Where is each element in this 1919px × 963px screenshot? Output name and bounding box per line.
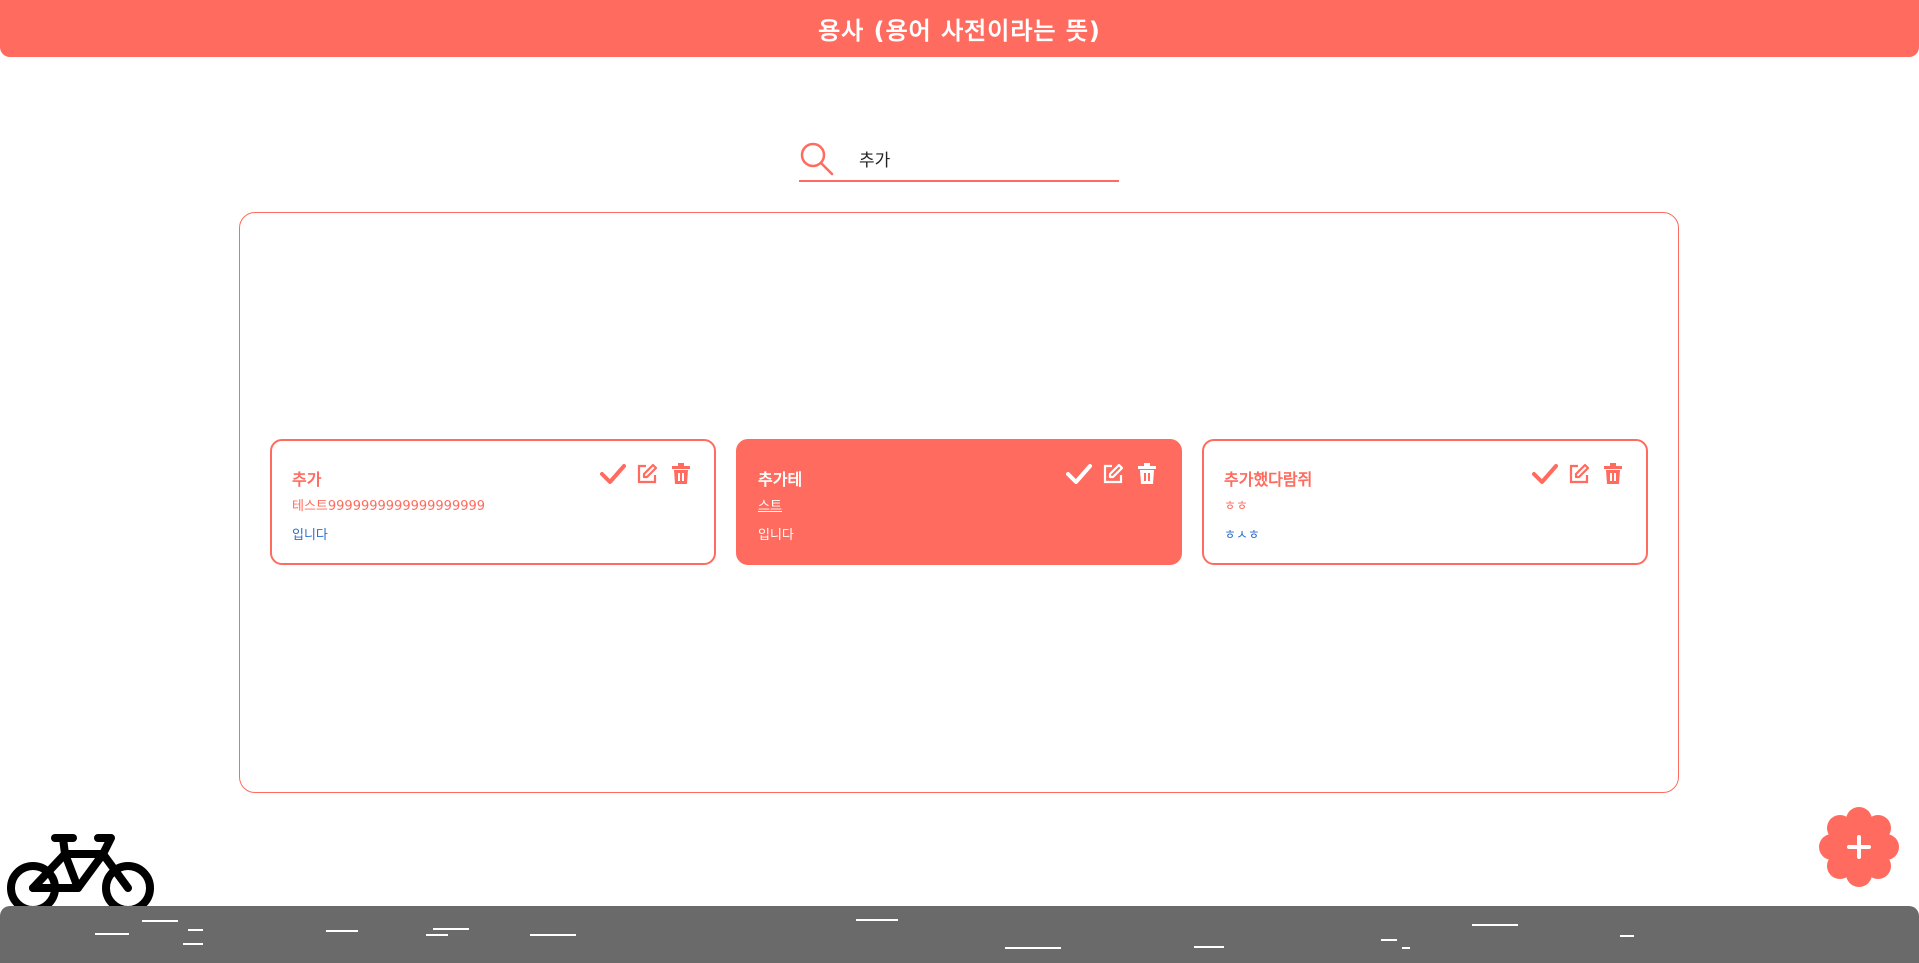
road-line	[530, 934, 576, 936]
page-title: 용사 (용어 사전이라는 뜻)	[818, 17, 1101, 45]
road-line	[433, 928, 469, 930]
road-line	[95, 933, 129, 935]
road-line	[326, 930, 358, 932]
word-card-active[interactable]: 추가테 스트 입니다	[736, 439, 1182, 565]
road-line	[856, 919, 898, 921]
road-line	[142, 920, 178, 922]
card-actions	[600, 461, 694, 487]
road-line	[188, 929, 203, 931]
word-card[interactable]: 추가했다람쥐 ㅎㅎ ㅎㅅㅎ	[1202, 439, 1648, 565]
search-icon[interactable]	[799, 141, 835, 177]
road-line	[1194, 946, 1224, 948]
app-header: 용사 (용어 사전이라는 뜻)	[0, 0, 1919, 57]
card-meaning: ㅎㅎ	[1224, 499, 1248, 514]
card-meaning: 스트	[758, 499, 782, 514]
bicycle-icon	[7, 834, 154, 914]
check-icon[interactable]	[1066, 461, 1092, 487]
edit-icon[interactable]	[634, 461, 660, 487]
card-word: 추가	[292, 470, 322, 489]
word-card[interactable]: 추가 테스트9999999999999999999 입니다	[270, 439, 716, 565]
edit-icon[interactable]	[1566, 461, 1592, 487]
road-line	[1381, 939, 1397, 941]
search-bar	[799, 137, 1119, 182]
road-line	[1005, 947, 1061, 949]
check-icon[interactable]	[600, 461, 626, 487]
trash-icon[interactable]	[668, 461, 694, 487]
road-line	[183, 943, 203, 945]
card-example: 입니다	[758, 528, 794, 543]
card-meaning: 테스트9999999999999999999	[292, 499, 486, 514]
check-icon[interactable]	[1532, 461, 1558, 487]
card-word: 추가했다람쥐	[1224, 470, 1313, 489]
search-input[interactable]	[859, 148, 1109, 169]
card-actions	[1532, 461, 1626, 487]
add-word-button[interactable]	[1818, 806, 1900, 888]
card-example: 입니다	[292, 528, 328, 543]
footer-road	[0, 906, 1919, 963]
edit-icon[interactable]	[1100, 461, 1126, 487]
road-line	[1472, 924, 1518, 926]
trash-icon[interactable]	[1134, 461, 1160, 487]
trash-icon[interactable]	[1600, 461, 1626, 487]
road-line	[1620, 935, 1634, 937]
road-line	[1402, 947, 1410, 949]
card-actions	[1066, 461, 1160, 487]
road-line	[426, 934, 448, 936]
card-word: 추가테	[758, 470, 803, 489]
card-example: ㅎㅅㅎ	[1224, 528, 1260, 543]
